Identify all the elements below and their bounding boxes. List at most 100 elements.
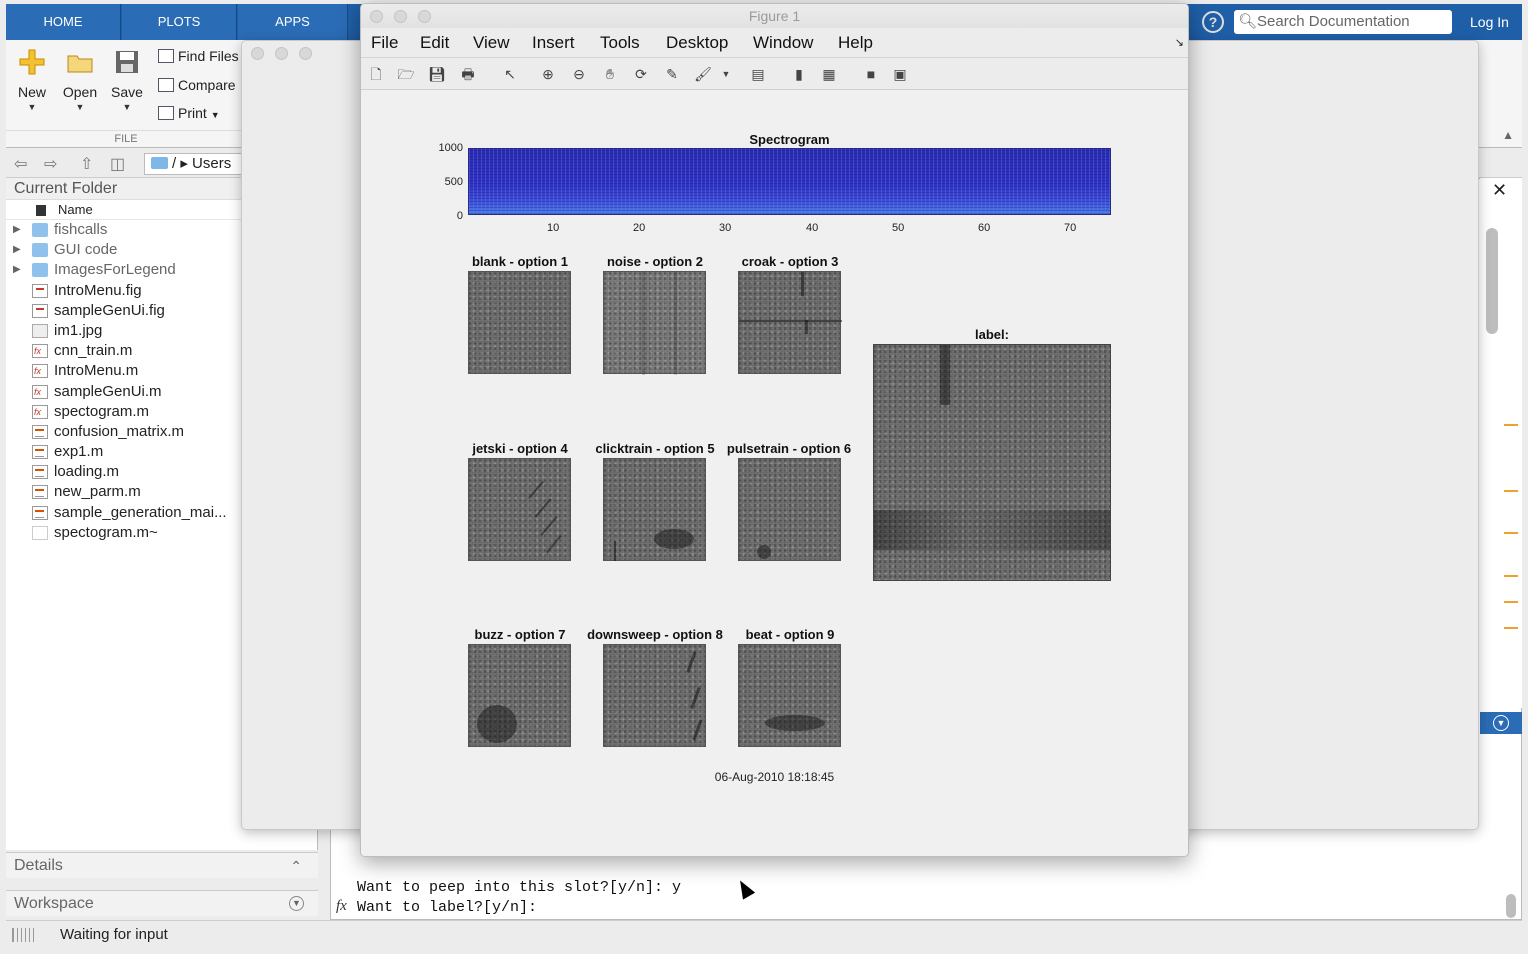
option-streak	[739, 320, 842, 322]
rotate-icon[interactable]: ⟳	[632, 65, 650, 83]
open-button[interactable]: Open ▼	[58, 48, 102, 112]
path-field[interactable]: / ▸ Users	[144, 153, 254, 175]
warning-marker[interactable]	[1504, 424, 1518, 426]
brush-icon[interactable]: 🖌︎	[694, 65, 712, 83]
option-streak	[801, 272, 804, 296]
collapse-ribbon-icon[interactable]: ▲	[1502, 128, 1514, 142]
tab-apps[interactable]: APPS	[238, 4, 348, 40]
option-blob	[654, 529, 694, 549]
legend-icon[interactable]: ▦	[820, 65, 838, 83]
workspace-panel-header[interactable]: Workspace ▼	[6, 890, 318, 916]
label-image[interactable]	[873, 344, 1111, 581]
command-scrollbar[interactable]	[1506, 894, 1516, 918]
chevron-down-icon[interactable]: ▼	[211, 110, 220, 120]
file-section-label: FILE	[6, 130, 246, 145]
menu-insert[interactable]: Insert	[532, 33, 575, 53]
save-icon[interactable]: 💾︎	[428, 65, 446, 83]
minimize-window-icon[interactable]	[275, 47, 288, 60]
new-figure-icon[interactable]: 🗋︎	[367, 65, 385, 83]
command-prompt-line[interactable]: Want to label?[y/n]:	[357, 898, 681, 918]
pointer-icon[interactable]: ↖	[501, 65, 519, 83]
help-icon[interactable]: ?	[1202, 11, 1224, 33]
option-8-image[interactable]	[603, 644, 706, 747]
search-documentation-input[interactable]: 🔍︎Search Documentation	[1234, 10, 1452, 34]
option-1-image[interactable]	[468, 271, 571, 374]
figure-toolbar: 🗋︎ 🗁︎ 💾︎ 🖶︎ ↖ ⊕ ⊖ ✋︎ ⟳ ✎ 🖌︎ ▼ ▤ ▮ ▦ ■ ▣	[361, 58, 1188, 90]
folder-icon	[32, 263, 48, 278]
save-button[interactable]: Save ▼	[105, 48, 149, 112]
tab-plots[interactable]: PLOTS	[122, 4, 237, 40]
open-label: Open	[62, 84, 98, 100]
data-cursor-icon[interactable]: ✎	[663, 65, 681, 83]
chevron-down-icon[interactable]: ▼	[10, 102, 54, 112]
open-file-icon[interactable]: 🗁︎	[397, 65, 415, 83]
warning-marker[interactable]	[1504, 601, 1518, 603]
menu-view[interactable]: View	[473, 33, 510, 53]
chevron-down-icon[interactable]: ▼	[58, 102, 102, 112]
fx-icon[interactable]: fx	[336, 898, 347, 915]
zoom-out-icon[interactable]: ⊖	[570, 65, 588, 83]
expand-arrow-icon[interactable]: ▶	[13, 260, 21, 280]
workspace-label: Workspace	[14, 895, 94, 912]
find-files-button[interactable]: Find Files	[158, 48, 239, 64]
pan-icon[interactable]: ✋︎	[601, 65, 619, 83]
spectrogram-image[interactable]	[468, 148, 1111, 215]
warning-marker[interactable]	[1504, 627, 1518, 629]
right-panel-header: ▼	[1480, 712, 1522, 734]
tab-home[interactable]: HOME	[6, 4, 121, 40]
search-icon: 🔍︎	[1238, 13, 1258, 30]
hide-tools-icon[interactable]: ■	[862, 65, 880, 83]
command-output: Want to peep into this slot?[y/n]: y Want…	[357, 878, 681, 918]
scrollbar[interactable]	[1486, 228, 1498, 334]
menu-tools[interactable]: Tools	[600, 33, 640, 53]
panel-menu-icon[interactable]: ▼	[289, 896, 304, 911]
expand-arrow-icon[interactable]: ▶	[13, 220, 21, 240]
folder-icon	[32, 223, 48, 237]
zoom-window-icon[interactable]	[299, 47, 312, 60]
option-4-image[interactable]	[468, 458, 571, 561]
option-7-image[interactable]	[468, 644, 571, 747]
script-file-icon	[32, 465, 48, 480]
panel-menu-icon[interactable]: ▼	[1493, 715, 1509, 731]
chevron-down-icon[interactable]: ▼	[105, 102, 149, 112]
print-icon[interactable]: 🖶︎	[459, 65, 477, 83]
warning-marker[interactable]	[1504, 532, 1518, 534]
menu-help[interactable]: Help	[838, 33, 873, 53]
menu-desktop[interactable]: Desktop	[666, 33, 728, 53]
option-streak	[614, 541, 616, 561]
warning-marker[interactable]	[1504, 490, 1518, 492]
login-button[interactable]: Log In	[1470, 4, 1509, 40]
menu-window[interactable]: Window	[753, 33, 813, 53]
list-item-label: ImagesForLegend	[54, 261, 176, 279]
dock-icon[interactable]: ↘	[1175, 36, 1184, 49]
colorbar-icon[interactable]: ▮	[790, 65, 808, 83]
close-window-icon[interactable]	[251, 47, 264, 60]
list-item-label: sampleGenUi.m	[54, 382, 162, 400]
new-button[interactable]: New ▼	[10, 48, 54, 112]
back-arrow-icon[interactable]: ⇦	[14, 154, 27, 174]
warning-marker[interactable]	[1504, 575, 1518, 577]
figure-titlebar[interactable]: Figure 1	[361, 4, 1188, 28]
menu-edit[interactable]: Edit	[420, 33, 449, 53]
option-9-image[interactable]	[738, 644, 841, 747]
option-5-image[interactable]	[603, 458, 706, 561]
chevron-down-icon[interactable]: ▼	[717, 65, 735, 83]
link-icon[interactable]: ▤	[749, 65, 767, 83]
compare-button[interactable]: Compare	[158, 77, 236, 93]
details-panel-header[interactable]: Details ⌃	[6, 852, 318, 878]
browse-folder-icon[interactable]: ◫	[110, 154, 125, 174]
zoom-in-icon[interactable]: ⊕	[539, 65, 557, 83]
print-button[interactable]: Print ▼	[158, 105, 220, 121]
show-tools-icon[interactable]: ▣	[891, 65, 909, 83]
expand-arrow-icon[interactable]: ▶	[13, 240, 21, 260]
option-3-image[interactable]	[738, 271, 842, 374]
forward-arrow-icon[interactable]: ⇨	[44, 154, 57, 174]
list-item-label: spectogram.m~	[54, 523, 158, 541]
menu-file[interactable]: File	[371, 33, 398, 53]
x-tick-label: 70	[1064, 222, 1077, 234]
chevron-up-icon[interactable]: ⌃	[290, 853, 302, 879]
close-icon[interactable]: ✕	[1492, 180, 1507, 201]
option-2-image[interactable]	[603, 271, 706, 375]
up-folder-icon[interactable]: ⇧	[80, 154, 93, 174]
option-6-image[interactable]	[738, 458, 841, 561]
